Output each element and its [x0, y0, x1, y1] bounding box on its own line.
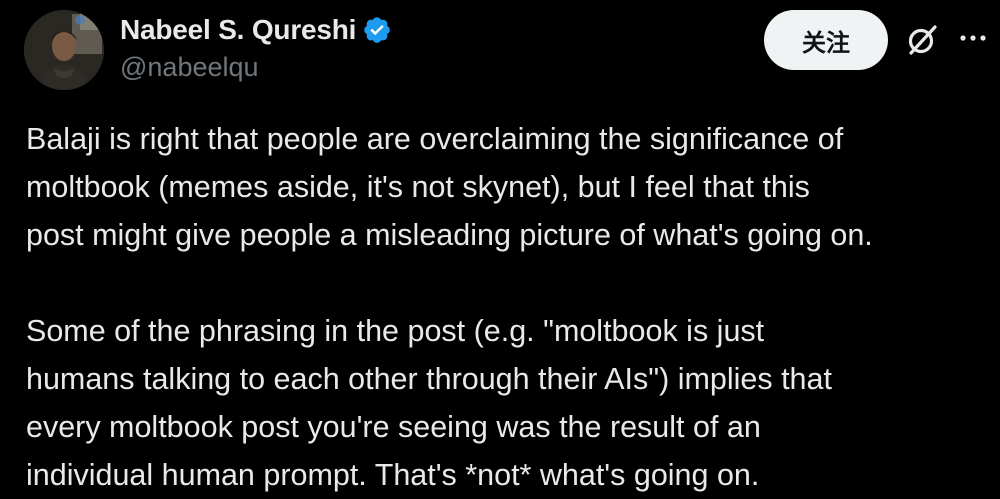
author-display-name[interactable]: Nabeel S. Qureshi [120, 14, 356, 46]
tweet-text-line: humans talking to each other through the… [26, 362, 832, 396]
tweet-card: Nabeel S. Qureshi @nabeelqu 关注 Balaji is… [0, 0, 1000, 492]
tweet-text: Balaji is right that people are overclai… [26, 115, 1000, 499]
more-options-icon[interactable] [958, 28, 988, 48]
tweet-text-line: moltbook (memes aside, it's not skynet),… [26, 170, 810, 204]
tweet-paragraph-2: Some of the phrasing in the post (e.g. "… [26, 307, 1000, 499]
tweet-text-line: every moltbook post you're seeing was th… [26, 410, 761, 444]
grok-icon[interactable] [904, 22, 940, 58]
tweet-text-line: post might give people a misleading pict… [26, 218, 873, 252]
author-info: Nabeel S. Qureshi @nabeelqu [120, 12, 392, 83]
avatar[interactable] [24, 10, 104, 90]
avatar-photo [24, 10, 104, 90]
tweet-text-line: Balaji is right that people are overclai… [26, 122, 844, 156]
author-name-row: Nabeel S. Qureshi [120, 12, 392, 48]
tweet-text-line: individual human prompt. That's *not* wh… [26, 458, 760, 492]
author-handle[interactable]: @nabeelqu [120, 52, 392, 83]
tweet-paragraph-1: Balaji is right that people are overclai… [26, 115, 1000, 259]
tweet-text-line: Some of the phrasing in the post (e.g. "… [26, 314, 765, 348]
tweet-header: Nabeel S. Qureshi @nabeelqu 关注 [24, 8, 986, 90]
verified-badge-icon[interactable] [362, 15, 392, 45]
follow-button[interactable]: 关注 [764, 10, 888, 70]
